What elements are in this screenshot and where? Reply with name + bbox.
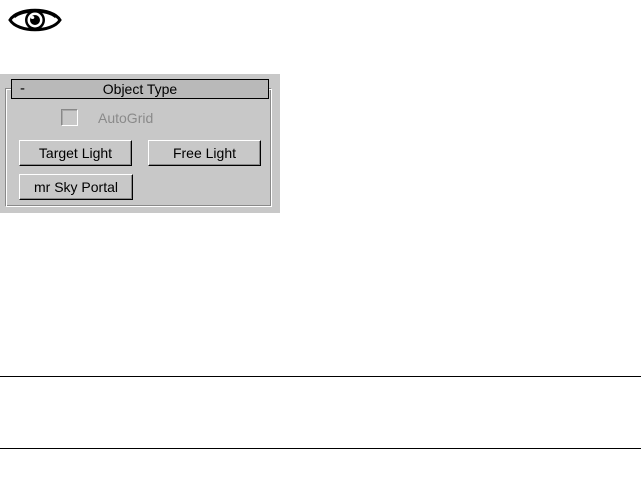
autogrid-label: AutoGrid [98,109,154,126]
rollout-collapse-toggle[interactable]: - [20,80,25,98]
divider-line [0,448,641,449]
autogrid-checkbox[interactable] [61,109,78,126]
autogrid-control: AutoGrid [61,109,153,126]
page: - Object Type AutoGrid Target Light Free… [0,0,641,477]
free-light-button[interactable]: Free Light [148,140,261,166]
divider-line [0,376,641,377]
object-type-rollout-header[interactable]: - Object Type [11,79,269,99]
object-type-panel: - Object Type AutoGrid Target Light Free… [0,74,280,213]
rollout-title: Object Type [102,81,178,97]
target-light-button[interactable]: Target Light [19,140,132,166]
mr-sky-portal-button[interactable]: mr Sky Portal [19,174,133,200]
eye-icon [8,8,62,32]
